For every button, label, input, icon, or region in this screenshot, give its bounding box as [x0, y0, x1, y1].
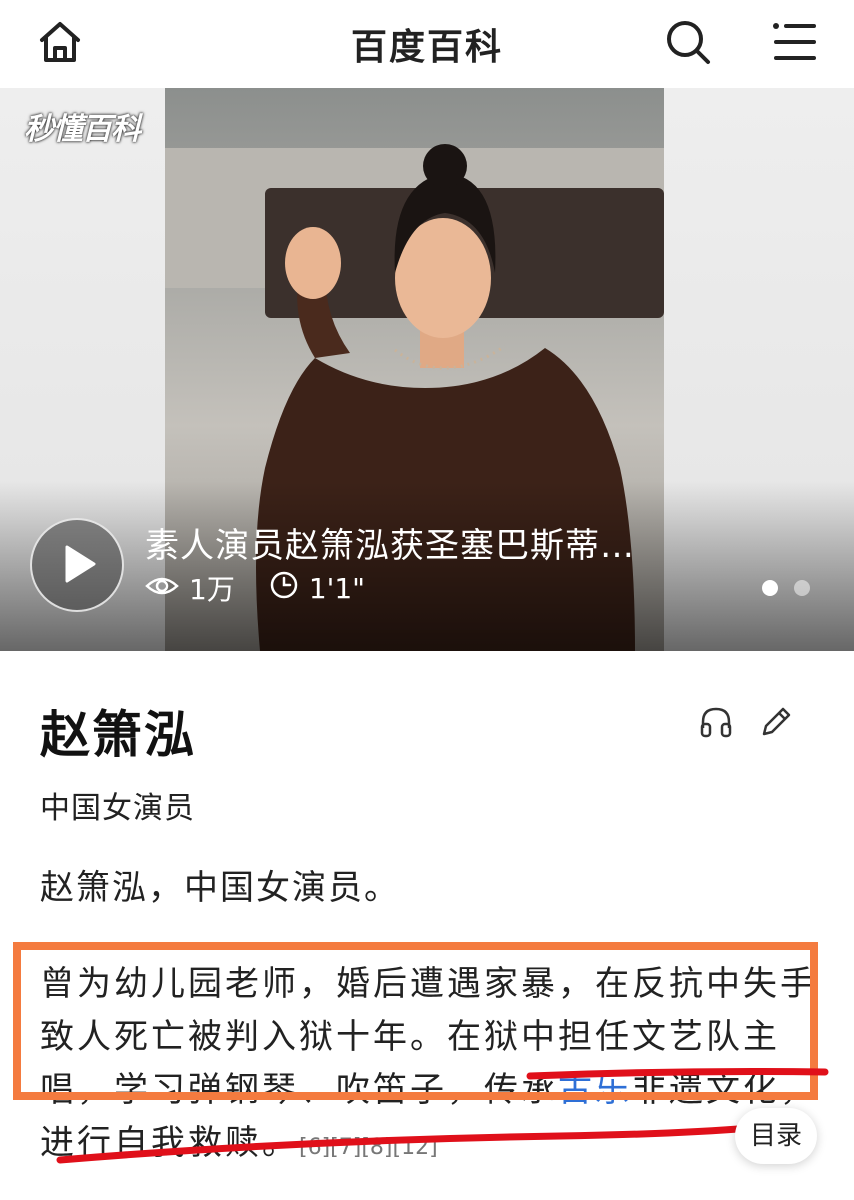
eye-icon [145, 572, 179, 605]
toc-button[interactable]: 目录 [735, 1108, 817, 1164]
entry-subtitle: 中国女演员 [40, 791, 195, 826]
hero-video[interactable]: 秒懂百科 素人演员赵箫泓获圣塞巴斯蒂… 1万 1'1" [0, 88, 854, 651]
entry-summary: 赵箫泓，中国女演员。 [40, 868, 400, 908]
carousel-dot-active[interactable] [762, 580, 778, 596]
search-icon[interactable] [662, 16, 714, 68]
headphones-icon[interactable] [698, 704, 734, 740]
view-count: 1万 [189, 573, 235, 606]
video-meta: 1万 1'1" [145, 568, 365, 608]
carousel-dots [762, 580, 826, 600]
video-title: 素人演员赵箫泓获圣塞巴斯蒂… [145, 526, 635, 566]
hero-watermark: 秒懂百科 [24, 112, 141, 147]
reference-marks[interactable]: [6][7][8][12] [299, 1135, 438, 1160]
carousel-dot[interactable] [794, 580, 810, 596]
pencil-icon[interactable] [758, 704, 794, 740]
menu-icon[interactable] [770, 18, 818, 66]
clock-icon [269, 570, 299, 607]
entry-name: 赵箫泓 [40, 706, 196, 764]
video-duration: 1'1" [308, 571, 366, 605]
play-button[interactable] [30, 518, 124, 612]
app-title: 百度百科 [350, 27, 503, 68]
play-icon [65, 545, 96, 583]
orange-highlight-box [13, 942, 818, 1100]
top-nav-bar: 百度百科 [0, 0, 854, 88]
